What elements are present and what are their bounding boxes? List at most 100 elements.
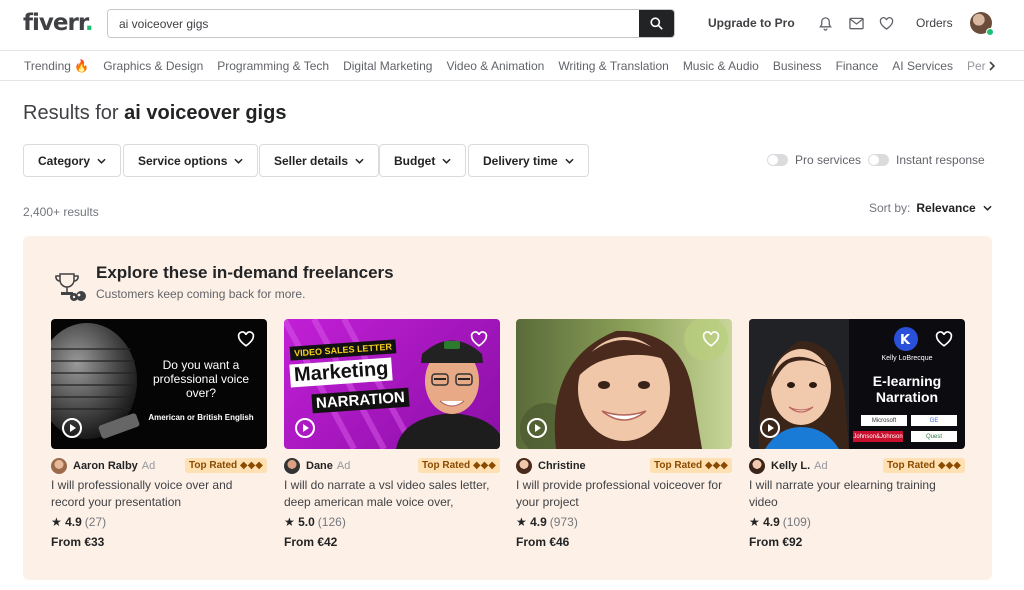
gig-card[interactable]: K Kelly LoBrecque E-learning Narration M… <box>749 319 965 549</box>
category-finance[interactable]: Finance <box>836 59 879 73</box>
seller-avatar[interactable] <box>516 458 532 474</box>
chevron-down-icon <box>355 158 364 164</box>
filter-budget[interactable]: Budget <box>379 144 467 177</box>
gig-thumbnail[interactable]: Do you want a professional voice over? A… <box>51 319 267 449</box>
thumb-caption: Kelly LoBrecque <box>881 355 933 362</box>
client-logo-quest: Quest <box>911 431 957 442</box>
pro-services-toggle-row: Pro services <box>767 153 861 167</box>
trophy-icon <box>55 273 86 301</box>
top-rated-badge: Top Rated ◆◆◆ <box>650 458 732 473</box>
thumb-subtitle: American or British English <box>148 413 254 422</box>
client-logo-ge: GE <box>911 415 957 426</box>
category-video-animation[interactable]: Video & Animation <box>446 59 544 73</box>
ad-label: Ad <box>336 460 351 472</box>
seller-avatar[interactable] <box>284 458 300 474</box>
messages-envelope-icon[interactable] <box>847 14 865 32</box>
client-logo-microsoft: Microsoft <box>861 415 907 426</box>
upgrade-to-pro-link[interactable]: Upgrade to Pro <box>708 16 795 30</box>
category-trending[interactable]: Trending 🔥 <box>24 59 89 73</box>
search-bar <box>107 9 675 38</box>
category-digital-marketing[interactable]: Digital Marketing <box>343 59 432 73</box>
category-programming-tech[interactable]: Programming & Tech <box>217 59 329 73</box>
search-input[interactable] <box>108 10 639 37</box>
star-icon: ★ <box>749 515 760 529</box>
seller-name[interactable]: Dane <box>306 460 333 472</box>
gig-title[interactable]: I will do narrate a vsl video sales lett… <box>284 477 500 511</box>
gig-title[interactable]: I will provide professional voiceover fo… <box>516 477 732 511</box>
star-icon: ★ <box>284 515 295 529</box>
seller-row: Kelly L. Ad Top Rated ◆◆◆ <box>749 458 965 474</box>
play-video-icon[interactable] <box>527 418 547 438</box>
top-header: fiverr. Upgrade to Pro Orders <box>0 0 1024 50</box>
ad-label: Ad <box>141 460 156 472</box>
page-title: Results for ai voiceover gigs <box>23 102 287 124</box>
promo-title: Explore these in-demand freelancers <box>96 263 394 282</box>
seller-portrait-image <box>520 319 728 449</box>
star-icon: ★ <box>51 515 62 529</box>
favorite-heart-icon[interactable] <box>935 331 953 347</box>
sort-by-dropdown[interactable]: Sort by: Relevance <box>869 201 992 215</box>
pro-services-toggle[interactable] <box>767 154 788 166</box>
gig-title[interactable]: I will professionally voice over and rec… <box>51 477 267 511</box>
gig-thumbnail[interactable] <box>516 319 732 449</box>
category-nav: Trending 🔥 Graphics & Design Programming… <box>0 50 1024 81</box>
search-icon <box>650 17 663 30</box>
category-music-audio[interactable]: Music & Audio <box>683 59 759 73</box>
orders-link[interactable]: Orders <box>916 16 953 30</box>
gig-rating: ★ 4.9 (27) <box>51 515 107 529</box>
ad-label: Ad <box>814 460 828 472</box>
filter-category[interactable]: Category <box>23 144 122 177</box>
gig-card[interactable]: Christine Top Rated ◆◆◆ I will provide p… <box>516 319 732 549</box>
category-business[interactable]: Business <box>773 59 822 73</box>
gig-thumbnail[interactable]: K Kelly LoBrecque E-learning Narration M… <box>749 319 965 449</box>
filter-service-options[interactable]: Service options <box>123 144 259 177</box>
chevron-down-icon <box>983 205 992 211</box>
category-personal-growth[interactable]: Per <box>967 59 986 73</box>
seller-avatar[interactable] <box>51 458 67 474</box>
notifications-bell-icon[interactable] <box>816 14 834 32</box>
favorites-heart-icon[interactable] <box>877 14 895 32</box>
category-graphics-design[interactable]: Graphics & Design <box>103 59 203 73</box>
seller-row: Aaron Ralby Ad Top Rated ◆◆◆ <box>51 458 267 474</box>
gig-rating: ★ 4.9 (973) <box>516 515 578 529</box>
gig-thumbnail[interactable]: VIDEO SALES LETTER Marketing NARRATION <box>284 319 500 449</box>
play-video-icon[interactable] <box>62 418 82 438</box>
gig-title[interactable]: I will narrate your elearning training v… <box>749 477 965 511</box>
star-icon: ★ <box>516 515 527 529</box>
seller-row: Dane Ad Top Rated ◆◆◆ <box>284 458 500 474</box>
seller-row: Christine Top Rated ◆◆◆ <box>516 458 732 474</box>
favorite-heart-icon[interactable] <box>237 331 255 347</box>
category-ai-services[interactable]: AI Services <box>892 59 953 73</box>
favorite-heart-icon[interactable] <box>702 331 720 347</box>
user-avatar[interactable] <box>970 12 994 36</box>
svg-text:K: K <box>900 333 911 348</box>
promo-subtitle: Customers keep coming back for more. <box>96 287 306 301</box>
chevron-down-icon <box>97 158 106 164</box>
gig-price: From €92 <box>749 535 803 549</box>
gig-price: From €33 <box>51 535 105 549</box>
seller-avatar[interactable] <box>749 458 765 474</box>
fiverr-logo[interactable]: fiverr. <box>23 10 94 36</box>
seller-name[interactable]: Christine <box>538 460 586 472</box>
seller-name[interactable]: Aaron Ralby <box>73 460 138 472</box>
thumb-headline: Do you want a professional voice over? <box>152 358 250 400</box>
online-status-dot <box>986 28 994 36</box>
top-rated-badge: Top Rated ◆◆◆ <box>185 458 267 473</box>
play-video-icon[interactable] <box>760 418 780 438</box>
gig-card[interactable]: Do you want a professional voice over? A… <box>51 319 267 549</box>
top-rated-badge: Top Rated ◆◆◆ <box>418 458 500 473</box>
category-writing-translation[interactable]: Writing & Translation <box>558 59 669 73</box>
seller-name[interactable]: Kelly L. <box>771 460 810 472</box>
thumb-headline: E-learning Narration <box>872 373 942 405</box>
gig-card[interactable]: VIDEO SALES LETTER Marketing NARRATION D… <box>284 319 500 549</box>
favorite-heart-icon[interactable] <box>470 331 488 347</box>
search-button[interactable] <box>639 10 674 37</box>
filter-delivery-time[interactable]: Delivery time <box>468 144 589 177</box>
nav-chevron-right-icon[interactable] <box>988 60 996 71</box>
filter-seller-details[interactable]: Seller details <box>259 144 380 177</box>
gig-price: From €42 <box>284 535 338 549</box>
in-demand-freelancers-panel: Explore these in-demand freelancers Cust… <box>23 236 992 580</box>
play-video-icon[interactable] <box>295 418 315 438</box>
instant-response-toggle[interactable] <box>868 154 889 166</box>
search-query: ai voiceover gigs <box>124 102 287 124</box>
